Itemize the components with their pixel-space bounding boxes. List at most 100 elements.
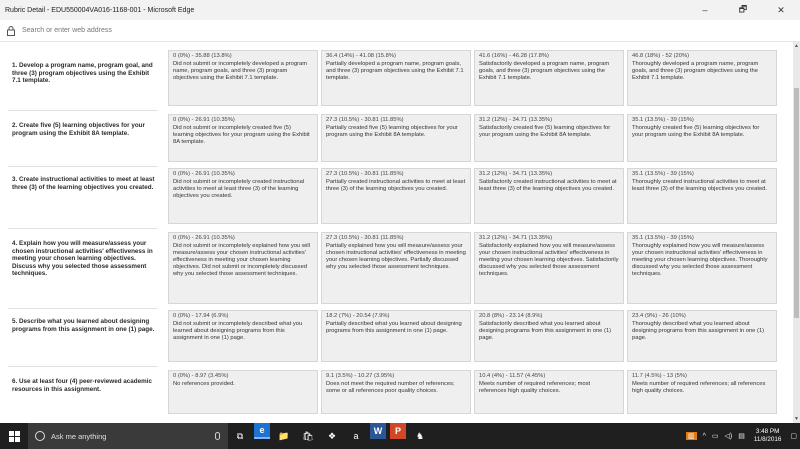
scrollbar-thumb[interactable] [794, 88, 799, 318]
row-divider [8, 228, 158, 229]
level-description: No references provided. [173, 380, 235, 387]
level-points: 46.8 (18%) - 52 (20%) [632, 53, 690, 59]
minimize-button[interactable]: – [686, 0, 724, 20]
row-divider [8, 308, 158, 309]
volume-icon[interactable]: ◁) [724, 432, 732, 440]
amazon-icon[interactable]: a [344, 423, 368, 449]
rubric-level-cell[interactable]: 0 (0%) - 35.88 (13.8%) Did not submit or … [168, 50, 318, 106]
windows-logo-icon [8, 430, 20, 442]
action-center-icon[interactable]: ▢ [790, 432, 797, 440]
rubric-level-cell[interactable]: 35.1 (13.5%) - 39 (15%) Thoroughly explai… [627, 232, 777, 304]
rubric-row: 2. Create five (5) learning objectives f… [8, 114, 791, 162]
start-button[interactable] [0, 423, 28, 449]
rubric-level-cell[interactable]: 31.2 (12%) - 34.71 (13.35%) Satisfactoril… [474, 168, 624, 224]
rubric-level-cell[interactable]: 9.1 (3.5%) - 10.27 (3.95%) Does not meet … [321, 370, 471, 414]
word-icon[interactable]: W [370, 423, 386, 439]
restore-button[interactable]: 🗗 [724, 0, 762, 20]
level-points: 35.1 (13.5%) - 39 (15%) [632, 117, 694, 123]
rubric-level-cell[interactable]: 11.7 (4.5%) - 13 (5%) Meets number of req… [627, 370, 777, 414]
level-description: Did not submit or incompletely created f… [173, 124, 310, 145]
level-points: 0 (0%) - 17.94 (6.9%) [173, 313, 229, 319]
scroll-up-icon[interactable]: ▲ [793, 42, 800, 50]
title-bar: Rubric Detail - EDU550004VA016-1168-001 … [0, 0, 800, 20]
rubric-level-cell[interactable]: 0 (0%) - 26.91 (10.35%) Did not submit or… [168, 232, 318, 304]
window-title: Rubric Detail - EDU550004VA016-1168-001 … [5, 6, 195, 14]
rubric-level-cell[interactable]: 35.1 (13.5%) - 39 (15%) Thoroughly create… [627, 114, 777, 162]
level-points: 0 (0%) - 8.97 (3.45%) [173, 373, 229, 379]
rubric-level-cell[interactable]: 10.4 (4%) - 11.57 (4.45%) Meets number of… [474, 370, 624, 414]
page-info-icon[interactable] [0, 25, 22, 36]
clock-time: 3:48 PM [755, 428, 780, 436]
close-button[interactable]: ✕ [762, 0, 800, 20]
microphone-icon[interactable] [215, 432, 220, 440]
rubric-level-cell[interactable]: 20.8 (8%) - 23.14 (8.9%) Satisfactorily d… [474, 310, 624, 362]
powerpoint-icon[interactable]: P [390, 423, 406, 439]
app-icon[interactable]: ♞ [408, 423, 432, 449]
clock-date: 11/8/2016 [753, 436, 782, 443]
level-points: 20.8 (8%) - 23.14 (8.9%) [479, 313, 543, 319]
level-points: 11.7 (4.5%) - 13 (5%) [632, 373, 687, 379]
level-points: 41.6 (16%) - 46.28 (17.8%) [479, 53, 549, 59]
rubric-row: 3. Create instructional activities to me… [8, 168, 791, 224]
level-description: Did not submit or incompletely created i… [173, 178, 305, 199]
task-view-icon[interactable]: ⧉ [228, 423, 252, 449]
rubric-level-cell[interactable]: 0 (0%) - 26.91 (10.35%) Did not submit or… [168, 168, 318, 224]
rubric-level-cell[interactable]: 23.4 (9%) - 26 (10%) Thoroughly described… [627, 310, 777, 362]
rubric-level-cell[interactable]: 0 (0%) - 26.91 (10.35%) Did not submit or… [168, 114, 318, 162]
rubric-level-cell[interactable]: 31.2 (12%) - 34.71 (13.35%) Satisfactoril… [474, 114, 624, 162]
rubric-level-cell[interactable]: 0 (0%) - 17.94 (6.9%) Did not submit or i… [168, 310, 318, 362]
rubric-level-cell[interactable]: 41.6 (16%) - 46.28 (17.8%) Satisfactorily… [474, 50, 624, 106]
criterion-label: 4. Explain how you will measure/assess y… [12, 240, 153, 278]
rubric-level-cell[interactable]: 31.2 (12%) - 34.71 (13.35%) Satisfactoril… [474, 232, 624, 304]
level-description: Meets number of required references; mos… [479, 380, 591, 394]
rubric-level-cell[interactable]: 0 (0%) - 8.97 (3.45%) No references provi… [168, 370, 318, 414]
rubric-level-cell[interactable]: 36.4 (14%) - 41.08 (15.8%) Partially deve… [321, 50, 471, 106]
network-icon[interactable]: ▭ [712, 432, 719, 440]
address-bar[interactable]: Search or enter web address [0, 20, 800, 42]
browser-window: Rubric Detail - EDU550004VA016-1168-001 … [0, 0, 800, 449]
rubric-level-cell[interactable]: 46.8 (18%) - 52 (20%) Thoroughly develope… [627, 50, 777, 106]
rubric-level-cell[interactable]: 27.3 (10.5%) - 30.81 (11.85%) Partially c… [321, 168, 471, 224]
level-description: Did not submit or incompletely developed… [173, 60, 308, 81]
rubric-level-cell[interactable]: 35.1 (13.5%) - 39 (15%) Thoroughly create… [627, 168, 777, 224]
level-points: 0 (0%) - 26.91 (10.35%) [173, 235, 235, 241]
level-description: Satisfactorily explained how you will me… [479, 242, 619, 277]
edge-icon[interactable]: e [254, 423, 270, 439]
level-points: 31.2 (12%) - 34.71 (13.35%) [479, 171, 553, 177]
search-placeholder: Ask me anything [51, 431, 107, 441]
level-points: 35.1 (13.5%) - 39 (15%) [632, 235, 694, 241]
clock[interactable]: 3:48 PM 11/8/2016 [754, 428, 782, 444]
level-points: 0 (0%) - 26.91 (10.35%) [173, 117, 235, 123]
dropbox-icon[interactable]: ❖ [320, 423, 344, 449]
level-points: 31.2 (12%) - 34.71 (13.35%) [479, 235, 553, 241]
store-icon[interactable]: 🛍 [296, 423, 320, 449]
rubric-level-cell[interactable]: 18.2 (7%) - 20.54 (7.9%) Partially descri… [321, 310, 471, 362]
level-points: 35.1 (13.5%) - 39 (15%) [632, 171, 694, 177]
rubric-row: 1. Develop a program name, program goal,… [8, 50, 791, 106]
rubric-level-cell[interactable]: 27.3 (10.5%) - 30.81 (11.85%) Partially c… [321, 114, 471, 162]
address-input[interactable]: Search or enter web address [22, 27, 800, 34]
level-description: Did not submit or incompletely explained… [173, 242, 310, 277]
level-points: 18.2 (7%) - 20.54 (7.9%) [326, 313, 390, 319]
level-description: Did not submit or incompletely described… [173, 320, 303, 341]
scroll-down-icon[interactable]: ▼ [793, 415, 800, 423]
level-points: 27.3 (10.5%) - 30.81 (11.85%) [326, 235, 404, 241]
keyboard-icon[interactable]: ▤ [738, 432, 745, 440]
cortana-search-box[interactable]: Ask me anything [28, 423, 228, 449]
level-description: Thoroughly explained how you will measur… [632, 242, 768, 277]
level-description: Satisfactorily described what you learne… [479, 320, 612, 341]
notification-badge-icon[interactable]: ▥ [685, 432, 697, 440]
criterion-label: 3. Create instructional activities to me… [12, 176, 155, 191]
file-explorer-icon[interactable]: 📁 [272, 423, 296, 449]
rubric-level-cell[interactable]: 27.3 (10.5%) - 30.81 (11.85%) Partially e… [321, 232, 471, 304]
level-description: Meets number of required references; all… [632, 380, 766, 394]
criterion-label: 6. Use at least four (4) peer-reviewed a… [12, 378, 152, 393]
rubric-content: 1. Develop a program name, program goal,… [0, 42, 793, 423]
level-description: Partially created five (5) learning obje… [326, 124, 458, 138]
cortana-icon [35, 431, 45, 441]
row-divider [8, 366, 158, 367]
level-description: Partially described what you learned abo… [326, 320, 462, 334]
vertical-scrollbar[interactable]: ▲ ▼ [793, 42, 800, 423]
row-divider [8, 110, 158, 111]
show-hidden-icons-icon[interactable]: ^ [703, 433, 706, 440]
